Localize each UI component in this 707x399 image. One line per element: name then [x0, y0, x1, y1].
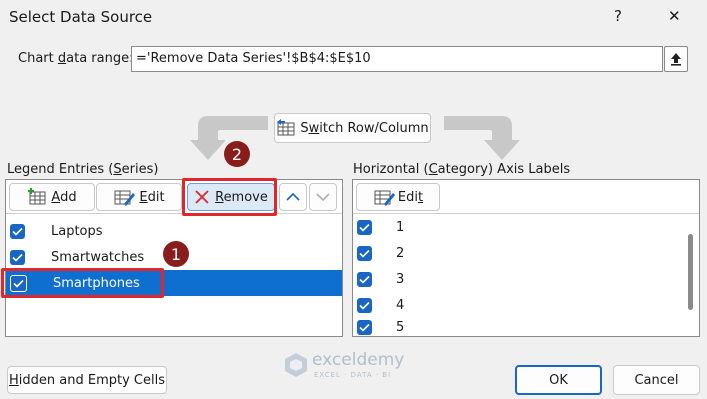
ok-button[interactable]: OK [515, 365, 602, 395]
axis-scrollbar-track[interactable] [683, 214, 699, 336]
hidden-empty-cells-button[interactable]: Hidden and Empty Cells [7, 366, 167, 394]
check-icon [359, 301, 370, 310]
add-series-label: Add [51, 189, 77, 205]
check-icon [359, 249, 370, 258]
axis-labels-title: Horizontal (Category) Axis Labels [353, 162, 571, 177]
range-input[interactable]: ='Remove Data Series'!$B$4:$E$10 [131, 46, 663, 72]
axis-label-text: 3 [396, 271, 405, 287]
exceldemy-watermark: exceldemy EXCEL · DATA · BI [284, 350, 434, 384]
axis-checkbox[interactable] [357, 297, 372, 313]
axis-label-item[interactable]: 5 [353, 318, 683, 336]
axis-scrollbar-thumb[interactable] [688, 234, 693, 310]
axis-label-item[interactable]: 3 [353, 266, 683, 292]
axis-checkbox[interactable] [357, 319, 372, 335]
axis-label-text: 1 [396, 219, 405, 235]
collapse-range-button[interactable] [664, 46, 688, 72]
check-icon [359, 223, 370, 232]
edit-axis-labels-label: Edit [397, 189, 424, 205]
series-label: Smartwatches [51, 249, 145, 265]
cancel-button[interactable]: Cancel [613, 365, 700, 395]
edit-series-button[interactable]: Edit [96, 183, 182, 211]
add-series-button[interactable]: Add [9, 183, 95, 211]
callout-1: 1 [163, 241, 189, 267]
axis-label-item[interactable]: 2 [353, 240, 683, 266]
axis-label-item[interactable]: 1 [353, 214, 683, 240]
check-icon [359, 323, 370, 332]
axis-label-text: 5 [396, 319, 405, 335]
title-bar: Select Data Source ? ✕ [0, 0, 707, 36]
switch-right-arrow-icon [444, 116, 520, 160]
watermark-name: exceldemy [312, 350, 405, 370]
check-icon [359, 275, 370, 284]
cancel-label: Cancel [634, 372, 679, 388]
edit-axis-labels-button[interactable]: Edit [356, 183, 440, 211]
help-button[interactable]: ? [614, 7, 622, 25]
check-icon [12, 227, 23, 236]
axis-label-list: 1 2 3 4 5 [353, 214, 683, 336]
edit-table-icon [374, 190, 395, 206]
check-icon [12, 253, 23, 262]
checkbox-smartwatches[interactable] [10, 249, 25, 265]
edit-series-label: Edit [139, 189, 165, 205]
axis-labels-panel: Edit 1 2 3 4 5 [352, 179, 700, 337]
axis-checkbox[interactable] [357, 271, 372, 287]
highlight-smartphones [1, 268, 164, 298]
axis-label-text: 4 [396, 297, 405, 313]
switch-table-icon [277, 119, 295, 136]
close-button[interactable]: ✕ [668, 7, 681, 25]
hidden-empty-cells-label: Hidden and Empty Cells [9, 372, 165, 388]
axis-label-text: 2 [396, 245, 405, 261]
callout-2: 2 [224, 141, 250, 167]
ok-label: OK [549, 372, 568, 388]
series-label: Laptops [51, 223, 103, 239]
range-input-value: ='Remove Data Series'!$B$4:$E$10 [136, 51, 371, 66]
legend-entries-title: Legend Entries (Series) [7, 162, 159, 177]
axis-label-item[interactable]: 4 [353, 292, 683, 318]
move-down-button[interactable] [309, 183, 337, 211]
collapse-arrow-icon [671, 53, 681, 66]
chevron-up-icon [286, 192, 300, 201]
edit-table-icon [114, 190, 136, 206]
switch-row-column-button[interactable]: Switch Row/Column [274, 113, 431, 143]
watermark-tagline: EXCEL · DATA · BI [314, 371, 392, 379]
move-up-button[interactable] [279, 183, 307, 211]
dialog-title: Select Data Source [9, 8, 153, 26]
switch-row-column-label: Switch Row/Column [300, 120, 429, 136]
add-table-icon [28, 188, 46, 205]
exceldemy-logo-icon [285, 353, 307, 377]
axis-checkbox[interactable] [357, 219, 372, 235]
checkbox-laptops[interactable] [10, 223, 25, 239]
range-label: Chart data range: [18, 51, 134, 66]
axis-checkbox[interactable] [357, 245, 372, 261]
chevron-down-icon [316, 193, 330, 202]
highlight-remove-button [182, 178, 277, 216]
